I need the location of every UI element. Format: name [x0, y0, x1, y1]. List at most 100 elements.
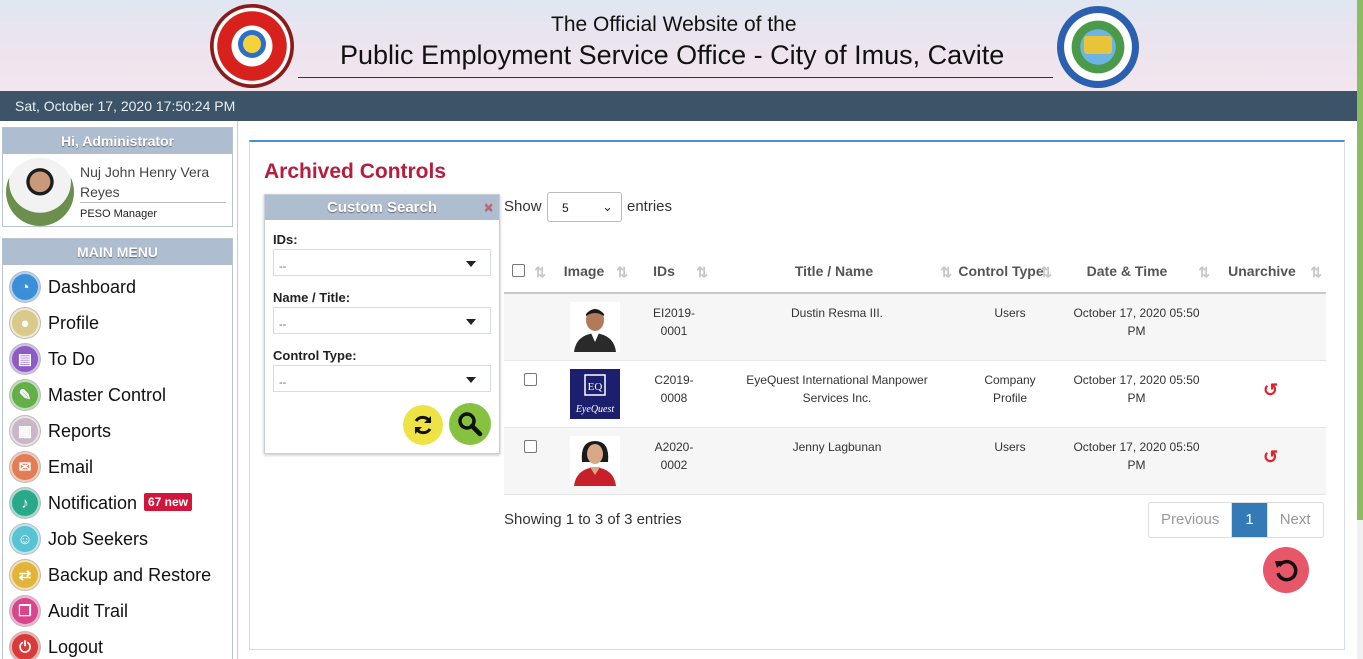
row-id: C2019-0008 — [654, 373, 694, 405]
name-title-select-value: -- — [279, 319, 287, 331]
column-image-label: Image — [563, 263, 605, 279]
column-ids[interactable]: IDs ⇅ — [632, 234, 712, 294]
eyequest-logo: EQ EyeQuest — [570, 369, 620, 419]
profile-icon: ● — [10, 308, 40, 338]
menu-item-master-control[interactable]: ✎ Master Control — [3, 376, 234, 412]
control-type-select-value: -- — [279, 377, 287, 389]
unarchive-selected-button[interactable] — [1263, 547, 1309, 593]
power-icon: ⏻ — [10, 632, 40, 659]
select-all-checkbox[interactable] — [512, 264, 525, 277]
entries-per-page-select[interactable]: 5 ⌄ — [547, 192, 622, 222]
name-title-label: Name / Title: — [273, 290, 351, 305]
male-photo — [570, 302, 620, 352]
row-date-time: October 17, 2020 05:50 PM — [1073, 373, 1200, 405]
menu-item-job-seekers[interactable]: ☺ Job Seekers — [3, 520, 234, 556]
chevron-down-icon: ⌄ — [602, 199, 613, 214]
column-unarchive-label: Unarchive — [1228, 263, 1296, 279]
notification-count-badge: 67 new — [144, 493, 193, 511]
user-divider — [80, 202, 226, 203]
reports-icon: ▦ — [10, 416, 40, 446]
ids-label: IDs: — [273, 232, 298, 247]
menu-item-label: Backup and Restore — [48, 565, 212, 585]
menu-item-label: To Do — [48, 349, 96, 369]
row-title: EyeQuest International Manpower Services… — [746, 373, 928, 405]
site-header: The Official Website of the Public Emplo… — [0, 0, 1357, 91]
menu-list: ◔ Dashboard ● Profile ▤ To Do ✎ Master Control ▦… — [3, 268, 234, 659]
imus-city-seal — [1057, 6, 1139, 88]
table-row: A2020-0002 Jenny Lagbunan Users October 17,… — [504, 428, 1326, 495]
row-date-time: October 17, 2020 05:50 PM — [1073, 306, 1200, 338]
custom-search-panel: Custom Search × IDs: -- Name / Title: --… — [264, 194, 500, 454]
custom-search-header: Custom Search × — [265, 195, 499, 220]
menu-item-label: Dashboard — [48, 277, 137, 297]
bell-icon: ♪ — [10, 488, 40, 518]
user-greeting: Hi, Administrator — [3, 128, 232, 154]
table-row: EQ EyeQuest C2019-0008 EyeQuest Internation… — [504, 361, 1326, 428]
menu-item-audit-trail[interactable]: ❐ Audit Trail — [3, 592, 234, 628]
peso-logo — [210, 4, 294, 88]
menu-item-notification[interactable]: ♪ Notification 67 new — [3, 484, 234, 520]
audit-icon: ❐ — [10, 596, 40, 626]
row-checkbox[interactable] — [524, 373, 537, 386]
table-info: Showing 1 to 3 of 3 entries — [504, 511, 682, 528]
column-ids-label: IDs — [653, 263, 675, 279]
search-button[interactable] — [449, 403, 491, 445]
row-title: Dustin Resma III. — [790, 306, 884, 320]
column-control-type[interactable]: Control Type ⇅ — [956, 234, 1056, 294]
svg-text:EyeQuest: EyeQuest — [575, 404, 615, 415]
unarchive-icon[interactable]: ↺ — [1263, 447, 1278, 468]
datetime-bar: Sat, October 17, 2020 17:50:24 PM — [0, 91, 1357, 121]
table-row: EI2019-0001 Dustin Resma III. Users October… — [504, 294, 1326, 361]
refresh-icon — [414, 415, 432, 435]
column-title-name-label: Title / Name — [794, 263, 874, 279]
column-date-time-label: Date & Time — [1086, 263, 1168, 279]
unarchive-icon[interactable]: ↺ — [1263, 380, 1278, 401]
caret-down-icon — [466, 261, 476, 267]
close-icon[interactable]: × — [484, 195, 493, 220]
menu-item-logout[interactable]: ⏻ Logout — [3, 628, 234, 659]
menu-item-profile[interactable]: ● Profile — [3, 304, 234, 340]
ids-select[interactable]: -- — [273, 249, 491, 276]
control-type-select[interactable]: -- — [273, 365, 491, 392]
menu-item-label: Logout — [48, 637, 104, 657]
caret-down-icon — [466, 377, 476, 383]
avatar — [6, 158, 74, 226]
name-title-select[interactable]: -- — [273, 307, 491, 334]
menu-item-dashboard[interactable]: ◔ Dashboard — [3, 268, 234, 304]
previous-page-button[interactable]: Previous — [1149, 503, 1233, 537]
user-role: PESO Manager — [80, 208, 158, 220]
row-control-type: Users — [994, 440, 1026, 454]
row-title: Jenny Lagbunan — [792, 440, 882, 454]
next-page-button[interactable]: Next — [1268, 503, 1323, 537]
sort-icon: ⇅ — [696, 264, 708, 280]
wrench-icon: ✎ — [10, 380, 40, 410]
page-scrollbar-thumb[interactable] — [1357, 0, 1363, 520]
menu-item-reports[interactable]: ▦ Reports — [3, 412, 234, 448]
main-menu: MAIN MENU ◔ Dashboard ● Profile ▤ To Do ✎ Maste… — [2, 238, 233, 659]
svg-text:EQ: EQ — [588, 381, 603, 393]
header-subtitle: The Official Website of the — [551, 13, 797, 36]
header-divider — [298, 77, 1053, 78]
show-label: Show — [504, 198, 542, 215]
page-1-button[interactable]: 1 — [1232, 503, 1268, 537]
user-name: Nuj John Henry Vera Reyes — [80, 164, 210, 200]
menu-item-label: Master Control — [48, 385, 167, 405]
column-image[interactable]: Image ⇅ — [552, 234, 632, 294]
header-title: Public Employment Service Office - City … — [340, 40, 1005, 70]
menu-item-backup-and-restore[interactable]: ⇄ Backup and Restore — [3, 556, 234, 592]
undo-icon — [1275, 559, 1298, 582]
archived-controls-panel: Archived Controls Custom Search × IDs: -… — [249, 140, 1345, 650]
reset-search-button[interactable] — [403, 405, 443, 445]
column-control-type-label: Control Type — [958, 263, 1044, 279]
female-photo — [570, 436, 620, 486]
column-date-time[interactable]: Date & Time ⇅ — [1056, 234, 1214, 294]
menu-item-email[interactable]: ✉ Email — [3, 448, 234, 484]
row-checkbox[interactable] — [524, 440, 537, 453]
column-title-name[interactable]: Title / Name ⇅ — [712, 234, 956, 294]
main-menu-title: MAIN MENU — [3, 239, 232, 265]
pagination: Previous 1 Next — [1148, 502, 1324, 538]
menu-item-to-do[interactable]: ▤ To Do — [3, 340, 234, 376]
dashboard-icon: ◔ — [10, 272, 40, 302]
current-datetime: Sat, October 17, 2020 17:50:24 PM — [15, 98, 236, 114]
column-unarchive[interactable]: Unarchive ⇅ — [1214, 234, 1326, 294]
